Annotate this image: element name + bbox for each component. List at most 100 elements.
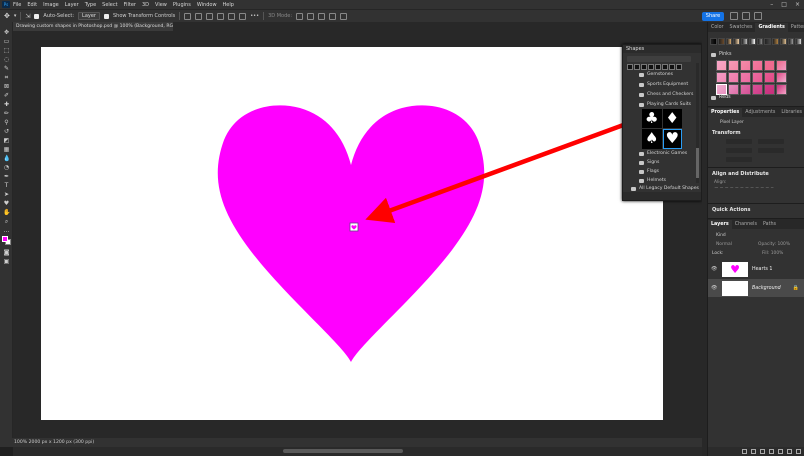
menu-type[interactable]: Type (85, 2, 96, 8)
new-layer-icon[interactable] (787, 449, 792, 454)
gradient-swatch[interactable] (740, 60, 751, 71)
recent-shape-thumb[interactable] (669, 64, 675, 70)
recent-gradient[interactable] (779, 38, 787, 45)
canvas-area[interactable] (13, 31, 702, 438)
folder-electronic-games[interactable]: Electronic Games (639, 150, 687, 157)
clone-stamp-tool-icon[interactable]: ⚲ (3, 120, 10, 126)
heart-shape-thumb[interactable]: ♥ (662, 128, 682, 149)
shapes-search-input[interactable] (627, 56, 691, 62)
frame-tool-icon[interactable]: ⊠ (3, 84, 10, 90)
recent-shape-thumb[interactable] (641, 64, 647, 70)
menu-file[interactable]: File (13, 2, 21, 8)
workspace-icon[interactable] (742, 12, 750, 20)
tool-preset-chevron-icon[interactable]: ▾ (14, 13, 17, 19)
recent-gradient[interactable] (795, 38, 802, 45)
spade-shape[interactable]: ♠ (642, 128, 662, 149)
gradient-swatch[interactable] (740, 84, 751, 95)
menu-image[interactable]: Image (43, 2, 59, 8)
auto-select-checkbox[interactable] (34, 13, 40, 19)
align-bottom-icon[interactable] (239, 12, 247, 20)
fill-field[interactable]: Fill: 100% (762, 251, 783, 256)
recent-shape-thumb[interactable] (655, 64, 661, 70)
add-mask-icon[interactable] (760, 449, 765, 454)
menu-layer[interactable]: Layer (65, 2, 79, 8)
artboard-tool-icon[interactable]: ▭ (3, 39, 10, 45)
align-middle-icon[interactable] (228, 12, 236, 20)
gradient-swatch[interactable] (752, 60, 763, 71)
menu-3d[interactable]: 3D (142, 2, 149, 8)
transform-section-title[interactable]: Transform (712, 130, 741, 136)
blur-tool-icon[interactable]: 💧 (3, 156, 10, 162)
folder-signs[interactable]: Signs (639, 159, 659, 166)
folder-gemstones[interactable]: Gemstones (639, 71, 673, 78)
gradient-swatch[interactable] (740, 72, 751, 83)
zoom-tool-icon[interactable]: ⌕ (3, 219, 10, 225)
visibility-eye-icon[interactable]: 👁 (711, 266, 717, 272)
recent-gradient[interactable] (756, 38, 764, 45)
recent-gradient[interactable] (787, 38, 795, 45)
tab-layers[interactable]: Layers (708, 220, 732, 229)
folder-all-legacy-default-shapes[interactable]: All Legacy Default Shapes (631, 185, 699, 192)
menu-view[interactable]: View (155, 2, 167, 8)
learn-icon[interactable] (754, 12, 762, 20)
foreground-color-swatch[interactable] (2, 236, 8, 242)
maximize-icon[interactable]: □ (781, 1, 787, 8)
gradient-swatch[interactable] (776, 72, 787, 83)
3d-scale-icon[interactable] (340, 12, 348, 20)
tab-adjustments[interactable]: Adjustments (742, 108, 778, 117)
search-icon[interactable] (730, 12, 738, 20)
folder-sports-equipment[interactable]: Sports Equipment (639, 81, 688, 88)
layer-name[interactable]: Hearts 1 (752, 267, 772, 272)
close-icon[interactable]: × (795, 1, 800, 8)
history-brush-tool-icon[interactable]: ↺ (3, 129, 10, 135)
layer-name[interactable]: Background (752, 286, 781, 291)
recent-gradient[interactable] (725, 38, 733, 45)
horizontal-scrollbar[interactable] (13, 447, 702, 456)
dodge-tool-icon[interactable]: ◔ (3, 165, 10, 171)
gradient-swatch[interactable] (728, 72, 739, 83)
opacity-field[interactable]: Opacity: 100% (758, 242, 790, 247)
hand-tool-icon[interactable]: ✋ (3, 210, 10, 216)
align-top-icon[interactable] (217, 12, 225, 20)
gradient-swatch[interactable] (716, 60, 727, 71)
gradient-swatch[interactable] (752, 84, 763, 95)
gradient-swatch[interactable] (776, 84, 787, 95)
x-field[interactable] (726, 148, 752, 153)
link-layers-icon[interactable] (742, 449, 747, 454)
auto-select-dropdown[interactable]: Layer (78, 12, 100, 20)
pen-tool-icon[interactable]: ✒ (3, 174, 10, 180)
folder-chess-and-checkers[interactable]: Chess and Checkers (639, 91, 693, 98)
scrollbar-thumb[interactable] (283, 449, 403, 453)
layer-row-hearts[interactable]: 👁 ♥ Hearts 1 (708, 260, 804, 278)
quick-actions-title[interactable]: Quick Actions (712, 207, 750, 213)
folder-helmets[interactable]: Helmets (639, 177, 666, 184)
width-field[interactable] (726, 139, 752, 144)
more-tools-icon[interactable]: … (3, 228, 10, 234)
tab-libraries[interactable]: Libraries (778, 108, 804, 117)
angle-field[interactable] (726, 157, 752, 162)
diamond-shape[interactable]: ♦ (662, 109, 682, 128)
layer-style-icon[interactable] (751, 449, 756, 454)
quick-mask-icon[interactable]: ◙ (3, 250, 10, 256)
tab-color[interactable]: Color (708, 23, 727, 32)
recent-shape-thumb[interactable] (627, 64, 633, 70)
spot-healing-tool-icon[interactable]: ✚ (3, 102, 10, 108)
layer-filter-kind[interactable]: Kind (716, 233, 726, 238)
document-tab[interactable]: Drawing custom shapes in Photoshop.psd @… (13, 22, 173, 31)
menu-select[interactable]: Select (102, 2, 117, 8)
tab-paths[interactable]: Paths (760, 220, 779, 229)
new-group-icon[interactable] (778, 449, 783, 454)
y-field[interactable] (758, 148, 784, 153)
align-buttons[interactable] (714, 187, 774, 192)
height-field[interactable] (758, 139, 784, 144)
marquee-tool-icon[interactable]: ⬚ (3, 48, 10, 54)
recent-shape-thumb[interactable] (634, 64, 640, 70)
eraser-tool-icon[interactable]: ◩ (3, 138, 10, 144)
folder-playing-cards-suits[interactable]: Playing Cards Suits (639, 101, 691, 108)
gradient-folder-reds[interactable]: Reds (711, 94, 731, 101)
lasso-tool-icon[interactable]: ◌ (3, 57, 10, 63)
gradient-folder-pinks[interactable]: Pinks (711, 51, 731, 58)
recent-gradient[interactable] (717, 38, 725, 45)
move-tool-options-icon[interactable]: ⇲ (25, 13, 30, 20)
gradient-swatch[interactable] (764, 84, 775, 95)
